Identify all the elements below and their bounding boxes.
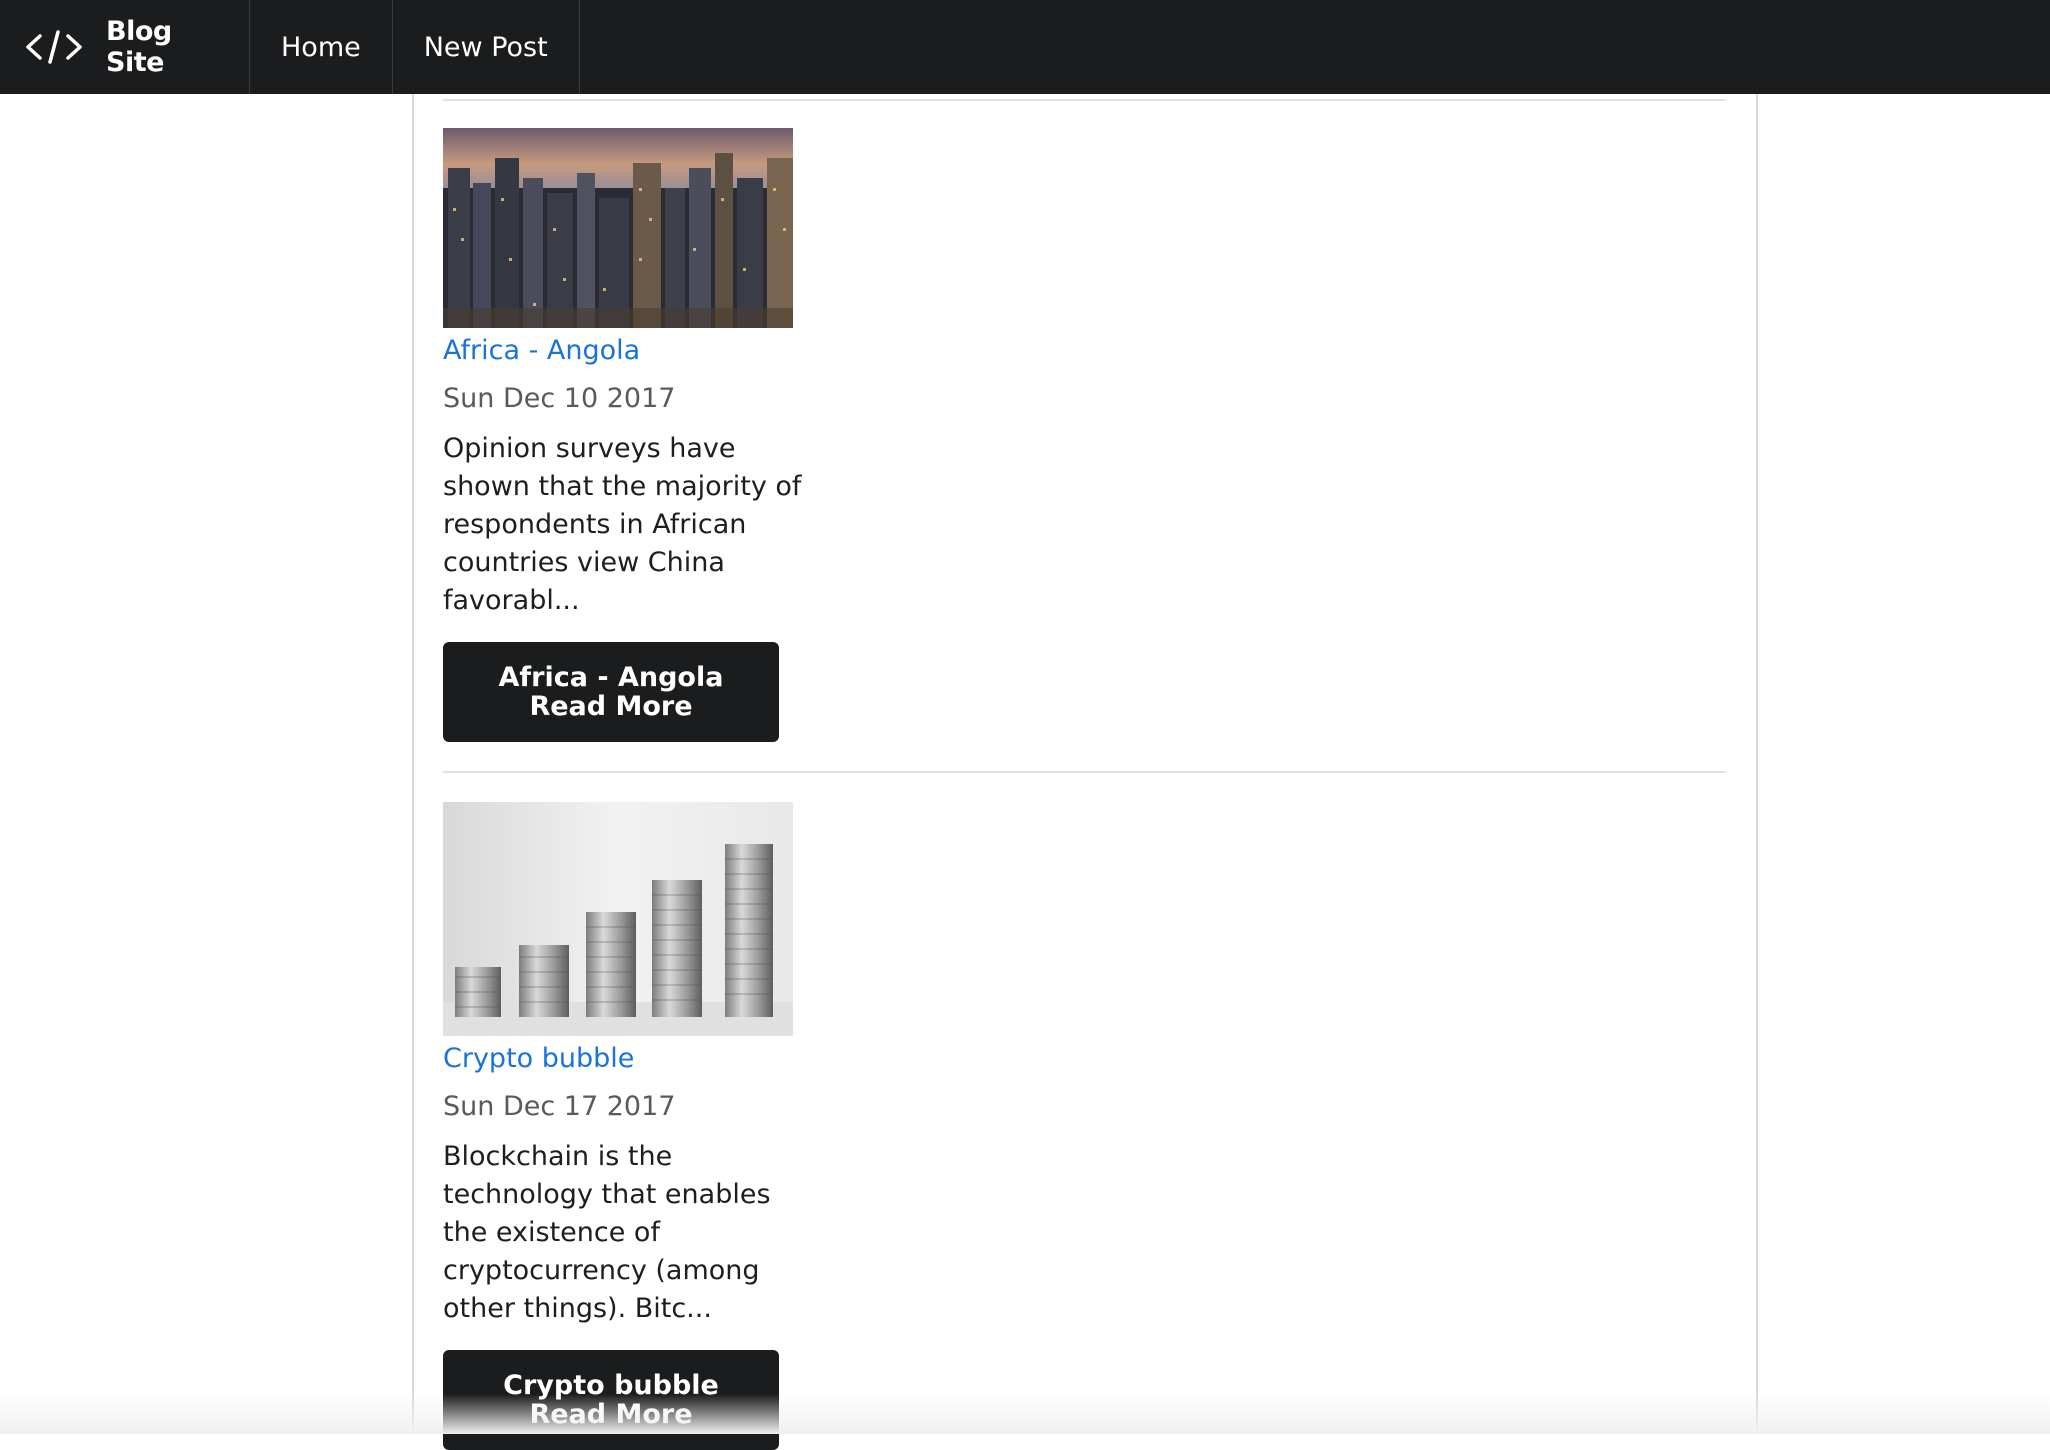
post-title-link[interactable]: Africa - Angola	[443, 334, 843, 368]
read-more-button[interactable]: Africa - Angola Read More	[443, 642, 779, 742]
nav-item-home[interactable]: Home	[250, 0, 393, 94]
post-excerpt: Opinion surveys have shown that the majo…	[443, 433, 802, 616]
divider	[443, 99, 1726, 101]
coin-stacks-photo	[443, 802, 793, 1036]
city-skyline-photo	[443, 128, 793, 328]
post-date: Sun Dec 10 2017	[443, 383, 676, 414]
brand[interactable]: Blog Site	[0, 0, 250, 94]
post-card: Crypto bubble Sun Dec 17 2017 Blockchain…	[443, 802, 843, 1450]
top-navbar: Blog Site Home New Post	[0, 0, 2050, 94]
post-date: Sun Dec 17 2017	[443, 1091, 676, 1122]
main-content: Africa - Angola Sun Dec 10 2017 Opinion …	[412, 94, 1758, 1450]
read-more-button[interactable]: Crypto bubble Read More	[443, 1350, 779, 1450]
post-card: Africa - Angola Sun Dec 10 2017 Opinion …	[443, 128, 843, 742]
code-icon	[24, 27, 84, 67]
divider	[443, 771, 1726, 773]
nav-item-new-post[interactable]: New Post	[393, 0, 580, 94]
brand-name: Blog Site	[106, 16, 172, 78]
post-title-link[interactable]: Crypto bubble	[443, 1042, 843, 1076]
post-excerpt: Blockchain is the technology that enable…	[443, 1141, 771, 1324]
